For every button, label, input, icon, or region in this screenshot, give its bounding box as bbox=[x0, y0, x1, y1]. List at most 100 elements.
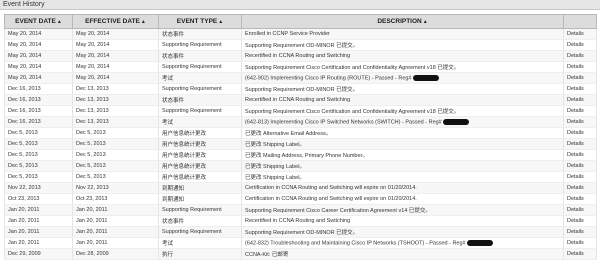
sort-arrow-icon: ▲ bbox=[56, 19, 62, 25]
event-type-text: 用户信息统计更改 bbox=[162, 175, 207, 181]
details-link[interactable]: Details bbox=[563, 105, 597, 117]
event-date-cell: Nov 22, 2013 bbox=[4, 182, 73, 194]
effective-date-text: Dec 13, 2013 bbox=[76, 108, 109, 114]
table-row: Dec 5, 2013 Dec 5, 2013 用户信息统计更改 已更改 Mailin… bbox=[4, 149, 597, 161]
details-link[interactable]: Details bbox=[563, 28, 597, 40]
details-link[interactable]: Details bbox=[563, 204, 597, 216]
details-link[interactable]: Details bbox=[563, 94, 597, 106]
effective-date-text: Dec 5, 2013 bbox=[76, 174, 106, 180]
description-text: Enrolled in CCNP Service Provider bbox=[245, 31, 330, 37]
event-date-cell: Dec 5, 2013 bbox=[4, 127, 73, 139]
description-cell: Recertified in CCNA Routing and Switchin… bbox=[241, 50, 564, 62]
table-row: Dec 5, 2013 Dec 5, 2013 用户信息统计更改 已更改 Shippi… bbox=[4, 160, 597, 172]
effective-date-text: Dec 5, 2013 bbox=[76, 141, 106, 147]
effective-date-text: Dec 28, 2009 bbox=[76, 251, 109, 257]
effective-date-cell: May 20, 2014 bbox=[72, 50, 159, 62]
event-history-table: EVENT DATE▲ EFFECTIVE DATE▲ EVENT TYPE▲ … bbox=[4, 14, 597, 260]
details-link[interactable]: Details bbox=[563, 182, 597, 194]
event-type-text: Supporting Requirement bbox=[162, 42, 222, 48]
effective-date-cell: May 20, 2014 bbox=[72, 39, 159, 51]
event-type-cell: 用户信息统计更改 bbox=[158, 160, 242, 172]
event-date-cell: Jan 20, 2011 bbox=[4, 237, 73, 249]
column-header-event-type[interactable]: EVENT TYPE▲ bbox=[158, 14, 242, 29]
table-row: Dec 5, 2013 Dec 5, 2013 用户信息统计更改 已更改 Altern… bbox=[4, 127, 597, 139]
event-type-text: 用户信息统计更改 bbox=[162, 153, 207, 159]
event-date-text: Dec 5, 2013 bbox=[8, 163, 38, 169]
event-type-text: 状态事件 bbox=[162, 32, 185, 38]
effective-date-text: May 20, 2014 bbox=[76, 75, 110, 81]
event-type-text: 用户信息统计更改 bbox=[162, 131, 207, 137]
event-date-cell: Jan 20, 2011 bbox=[4, 215, 73, 227]
event-date-cell: Dec 16, 2013 bbox=[4, 116, 73, 128]
description-cell: Certification in CCNA Routing and Switch… bbox=[241, 182, 564, 194]
column-header-effective-date[interactable]: EFFECTIVE DATE▲ bbox=[72, 14, 159, 29]
description-text: Supporting Requirement Cisco Career Cert… bbox=[245, 208, 431, 214]
description-text: Recertified in CCNA Routing and Switchin… bbox=[245, 97, 351, 103]
event-type-cell: Supporting Requirement bbox=[158, 61, 242, 73]
details-link[interactable]: Details bbox=[563, 171, 597, 183]
effective-date-text: Dec 5, 2013 bbox=[76, 163, 106, 169]
details-link[interactable]: Details bbox=[563, 83, 597, 95]
details-link[interactable]: Details bbox=[563, 127, 597, 139]
event-type-cell: 用户信息统计更改 bbox=[158, 171, 242, 183]
description-text: Certification in CCNA Routing and Switch… bbox=[245, 185, 417, 191]
effective-date-text: Jan 20, 2011 bbox=[76, 229, 108, 235]
description-cell: Supporting Requirement Cisco Certificati… bbox=[241, 105, 564, 117]
event-type-cell: 状态事件 bbox=[158, 94, 242, 106]
details-link[interactable]: Details bbox=[563, 226, 597, 238]
details-link[interactable]: Details bbox=[563, 61, 597, 73]
description-text: Certification in CCNA Routing and Switch… bbox=[245, 196, 417, 202]
table-row: Nov 22, 2013 Nov 22, 2013 到期通知 Certificatio… bbox=[4, 182, 597, 194]
details-link[interactable]: Details bbox=[563, 50, 597, 62]
event-date-cell: May 20, 2014 bbox=[4, 72, 73, 84]
description-cell: (642-832) Troubleshooting and Maintainin… bbox=[241, 237, 564, 249]
table-row: Jan 20, 2011 Jan 20, 2011 Supporting Requi… bbox=[4, 204, 597, 216]
details-link[interactable]: Details bbox=[563, 149, 597, 161]
event-date-cell: Dec 16, 2013 bbox=[4, 94, 73, 106]
table-row: Dec 29, 2009 Dec 28, 2009 执行 CCNA-Kit: 已邮寄 D… bbox=[4, 248, 597, 260]
effective-date-cell: Jan 20, 2011 bbox=[72, 226, 159, 238]
description-cell: Supporting Requirement Cisco Career Cert… bbox=[241, 204, 564, 216]
event-type-text: 到期通知 bbox=[162, 197, 185, 203]
column-header-label: EVENT TYPE bbox=[176, 18, 218, 25]
effective-date-cell: Dec 5, 2013 bbox=[72, 127, 159, 139]
header-row: EVENT DATE▲ EFFECTIVE DATE▲ EVENT TYPE▲ … bbox=[4, 14, 597, 29]
event-date-cell: Dec 5, 2013 bbox=[4, 160, 73, 172]
event-type-text: 用户信息统计更改 bbox=[162, 164, 207, 170]
panel-title: Event History bbox=[0, 0, 600, 10]
details-link[interactable]: Details bbox=[563, 248, 597, 260]
event-type-text: 考试 bbox=[162, 120, 174, 126]
event-date-text: May 20, 2014 bbox=[8, 53, 42, 59]
description-text: Supporting Requirement Cisco Certificati… bbox=[245, 109, 460, 115]
column-header-description[interactable]: DESCRIPTION▲ bbox=[241, 14, 564, 29]
description-cell: Enrolled in CCNP Service Provider bbox=[241, 28, 564, 40]
table-row: May 20, 2014 May 20, 2014 考试 (642-902) Impl… bbox=[4, 72, 597, 84]
description-cell: 已更改 Shipping Label。 bbox=[241, 171, 564, 183]
event-date-text: May 20, 2014 bbox=[8, 75, 42, 81]
details-link[interactable]: Details bbox=[563, 116, 597, 128]
event-type-text: Supporting Requirement bbox=[162, 207, 222, 213]
event-date-cell: May 20, 2014 bbox=[4, 50, 73, 62]
details-link[interactable]: Details bbox=[563, 39, 597, 51]
column-header-event-date[interactable]: EVENT DATE▲ bbox=[4, 14, 73, 29]
details-link[interactable]: Details bbox=[563, 237, 597, 249]
event-date-text: May 20, 2014 bbox=[8, 64, 42, 70]
table-row: Oct 23, 2013 Oct 23, 2013 到期通知 Certificatio… bbox=[4, 193, 597, 205]
details-link[interactable]: Details bbox=[563, 193, 597, 205]
column-header-label: EVENT DATE bbox=[15, 18, 56, 25]
description-cell: Supporting Requirement OD-MINOR 已提交。 bbox=[241, 226, 564, 238]
event-type-text: 状态事件 bbox=[162, 54, 185, 60]
details-link[interactable]: Details bbox=[563, 138, 597, 150]
event-type-cell: Supporting Requirement bbox=[158, 105, 242, 117]
column-header-label: EFFECTIVE DATE bbox=[85, 18, 140, 25]
details-link[interactable]: Details bbox=[563, 215, 597, 227]
effective-date-cell: May 20, 2014 bbox=[72, 61, 159, 73]
details-link[interactable]: Details bbox=[563, 72, 597, 84]
description-cell: Supporting Requirement OD-MINOR 已提交。 bbox=[241, 39, 564, 51]
description-text: 已更改 Mailing Address, Primary Phone Numbe… bbox=[245, 153, 368, 159]
effective-date-cell: Dec 28, 2009 bbox=[72, 248, 159, 260]
event-type-cell: Supporting Requirement bbox=[158, 226, 242, 238]
column-header-label: DESCRIPTION bbox=[377, 18, 422, 25]
effective-date-text: May 20, 2014 bbox=[76, 42, 110, 48]
details-link[interactable]: Details bbox=[563, 160, 597, 172]
